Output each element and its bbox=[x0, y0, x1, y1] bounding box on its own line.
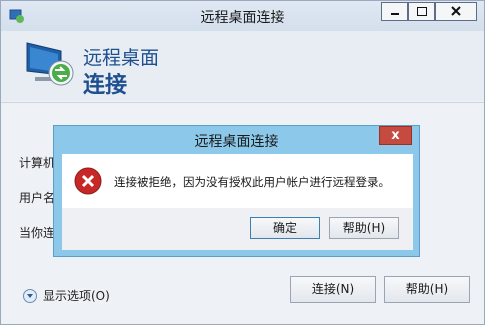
error-dialog: 远程桌面连接 x 连接被拒绝，因为没有授权此用户帐户进行远程登录。 确定 帮助(… bbox=[53, 125, 420, 257]
titlebar: 远程桌面连接 bbox=[1, 1, 484, 31]
close-icon bbox=[451, 6, 461, 16]
dialog-help-button[interactable]: 帮助(H) bbox=[329, 217, 399, 239]
minimize-button[interactable] bbox=[381, 2, 408, 21]
connect-button[interactable]: 连接(N) bbox=[290, 276, 376, 303]
maximize-icon bbox=[417, 7, 427, 16]
computer-label: 计算机 bbox=[19, 156, 56, 170]
username-label: 用户名 bbox=[19, 191, 56, 205]
note-label: 当你连 bbox=[19, 226, 56, 240]
maximize-button[interactable] bbox=[408, 2, 435, 21]
chevron-down-icon bbox=[23, 288, 37, 303]
rdc-window: 远程桌面连接 远程桌面 连接 计算机 用户名 当你连 显示选项(O) 连接(N)… bbox=[0, 0, 485, 325]
dialog-body: 连接被拒绝，因为没有授权此用户帐户进行远程登录。 bbox=[62, 154, 413, 208]
header-title-line2: 连接 bbox=[83, 73, 128, 98]
dialog-close-button[interactable]: x bbox=[379, 126, 412, 145]
dialog-title: 远程桌面连接 bbox=[194, 134, 279, 150]
header-band bbox=[1, 31, 484, 101]
minimize-icon bbox=[391, 13, 399, 15]
error-icon bbox=[74, 167, 102, 195]
show-options-label: 显示选项(O) bbox=[43, 289, 110, 303]
help-button[interactable]: 帮助(H) bbox=[384, 276, 470, 303]
header-separator bbox=[1, 102, 484, 103]
header-title-line1: 远程桌面 bbox=[83, 47, 160, 69]
close-button[interactable] bbox=[435, 2, 477, 21]
dialog-footer: 确定 帮助(H) bbox=[62, 208, 413, 250]
monitor-icon bbox=[26, 42, 74, 86]
ok-button[interactable]: 确定 bbox=[250, 217, 320, 239]
show-options-toggle[interactable]: 显示选项(O) bbox=[23, 287, 110, 304]
dialog-message: 连接被拒绝，因为没有授权此用户帐户进行远程登录。 bbox=[114, 175, 390, 189]
